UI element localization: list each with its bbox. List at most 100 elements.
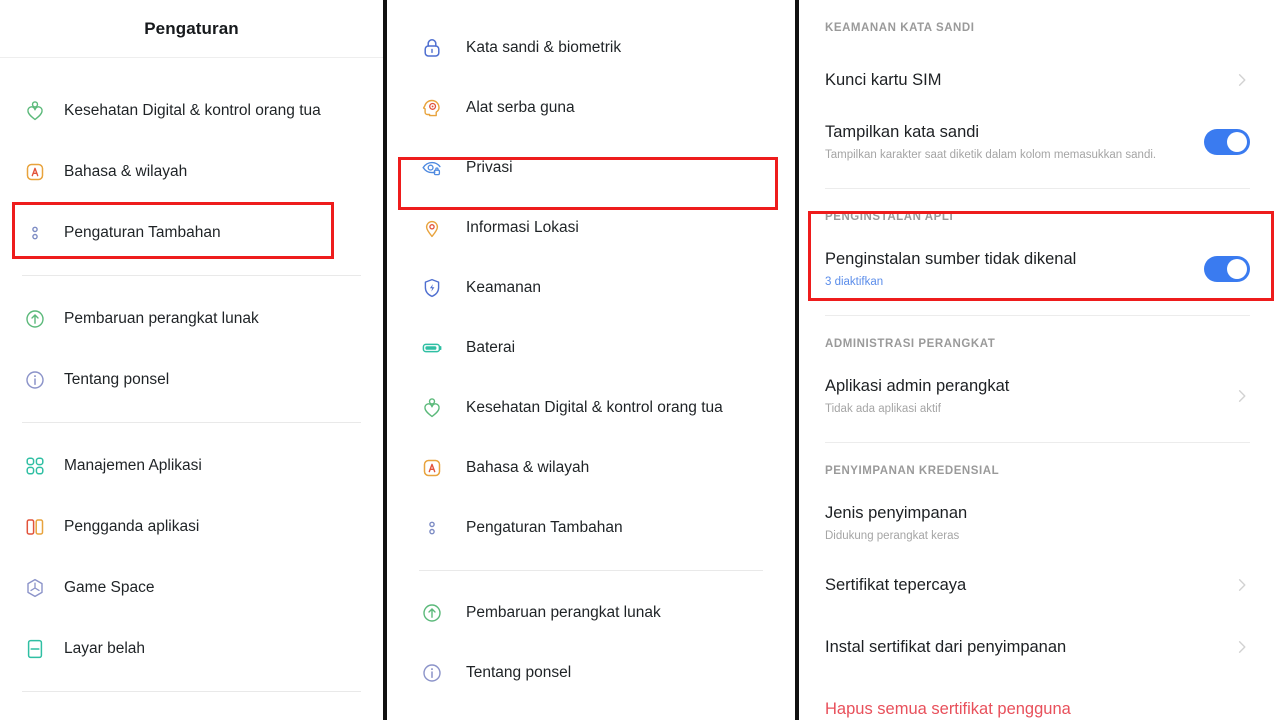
row-penginstalan-sumber-tidak-dikenal[interactable]: Penginstalan sumber tidak dikenal 3 diak… <box>825 239 1250 301</box>
battery-icon <box>415 336 449 360</box>
sidebar-item-label: Kesehatan Digital & kontrol orang tua <box>466 399 723 417</box>
sidebar-item-label: Tentang ponsel <box>466 664 571 682</box>
game-space-icon <box>18 576 52 600</box>
row-texts: Kunci kartu SIM <box>825 70 1222 91</box>
sidebar-item-layar-belah[interactable]: Layar belah <box>0 618 383 679</box>
sidebar-item-label: Pembaruan perangkat lunak <box>466 604 661 622</box>
additional-settings-icon <box>18 221 52 245</box>
row-hapus-semua-sertifikat-pengguna[interactable]: Hapus semua sertifikat pengguna <box>825 679 1250 720</box>
privacy-eye-icon <box>415 156 449 180</box>
app-management-icon <box>18 454 52 478</box>
toggle-penginstalan-sumber-tidak-dikenal[interactable] <box>1204 256 1250 282</box>
row-title: Kunci kartu SIM <box>825 70 1222 91</box>
row-title: Jenis penyimpanan <box>825 503 1250 524</box>
sidebar-item-kesehatan-digital[interactable]: Kesehatan Digital & kontrol orang tua <box>0 80 383 141</box>
sidebar-item-keamanan[interactable]: Keamanan <box>387 258 795 318</box>
sidebar-item-kata-sandi-biometrik[interactable]: Kata sandi & biometrik <box>387 18 795 78</box>
sidebar-item-tentang-ponsel[interactable]: Tentang ponsel <box>387 643 795 703</box>
sidebar-item-label: Kesehatan Digital & kontrol orang tua <box>64 102 321 120</box>
sidebar-item-pengaturan-tambahan[interactable]: Pengaturan Tambahan <box>0 202 383 263</box>
sidebar-item-tentang-ponsel[interactable]: Tentang ponsel <box>0 349 383 410</box>
sidebar-item-pembaruan-perangkat-lunak[interactable]: Pembaruan perangkat lunak <box>0 288 383 349</box>
section-heading-penyimpanan-kredensial: PENYIMPANAN KREDENSIAL <box>825 443 1250 493</box>
additional-settings-icon <box>415 516 449 540</box>
sidebar-item-kesehatan-digital[interactable]: Kesehatan Digital & kontrol orang tua <box>387 378 795 438</box>
lock-icon <box>415 36 449 60</box>
language-a-icon <box>18 160 52 184</box>
row-jenis-penyimpanan[interactable]: Jenis penyimpanan Didukung perangkat ker… <box>825 493 1250 555</box>
additional-settings-panel: Kata sandi & biometrik Alat serba guna <box>387 0 795 720</box>
row-title-danger: Hapus semua sertifikat pengguna <box>825 699 1250 720</box>
settings-list: Kesehatan Digital & kontrol orang tua Ba… <box>0 58 383 692</box>
row-kunci-kartu-sim[interactable]: Kunci kartu SIM <box>825 50 1250 112</box>
sidebar-item-bahasa-wilayah[interactable]: Bahasa & wilayah <box>0 141 383 202</box>
app-cloner-icon <box>18 515 52 539</box>
row-title: Tampilkan kata sandi <box>825 122 1190 143</box>
section-heading-administrasi-perangkat: ADMINISTRASI PERANGKAT <box>825 316 1250 366</box>
privacy-content: KEAMANAN KATA SANDI Kunci kartu SIM Tamp… <box>799 0 1276 720</box>
sidebar-item-label: Pengaturan Tambahan <box>466 519 623 537</box>
row-tampilkan-kata-sandi[interactable]: Tampilkan kata sandi Tampilkan karakter … <box>825 112 1250 174</box>
convenience-tools-icon <box>415 96 449 120</box>
row-title: Aplikasi admin perangkat <box>825 376 1222 397</box>
toggle-tampilkan-kata-sandi[interactable] <box>1204 129 1250 155</box>
split-screen-icon <box>18 637 52 661</box>
sidebar-item-label: Manajemen Aplikasi <box>64 457 202 475</box>
sidebar-item-label: Privasi <box>466 159 513 177</box>
group-divider <box>22 275 361 276</box>
sidebar-item-bahasa-wilayah[interactable]: Bahasa & wilayah <box>387 438 795 498</box>
group-divider <box>22 422 361 423</box>
row-title: Sertifikat tepercaya <box>825 575 1222 596</box>
about-phone-info-icon <box>18 368 52 392</box>
row-subtitle-link[interactable]: 3 diaktifkan <box>825 275 1190 289</box>
privacy-panel: KEAMANAN KATA SANDI Kunci kartu SIM Tamp… <box>799 0 1276 720</box>
settings-header: Pengaturan <box>0 0 383 58</box>
security-shield-icon <box>415 276 449 300</box>
row-texts: Sertifikat tepercaya <box>825 575 1222 596</box>
sidebar-item-privasi[interactable]: Privasi <box>387 138 795 198</box>
toggle-knob <box>1227 259 1247 279</box>
row-subtitle: Tidak ada aplikasi aktif <box>825 402 1222 416</box>
group-divider <box>22 691 361 692</box>
list-top-spacer <box>0 58 383 80</box>
row-aplikasi-admin-perangkat[interactable]: Aplikasi admin perangkat Tidak ada aplik… <box>825 366 1250 428</box>
sidebar-item-pembaruan-perangkat-lunak[interactable]: Pembaruan perangkat lunak <box>387 583 795 643</box>
sidebar-item-label: Layar belah <box>64 640 145 658</box>
sidebar-item-baterai[interactable]: Baterai <box>387 318 795 378</box>
software-update-icon <box>415 601 449 625</box>
sidebar-item-pengganda-aplikasi[interactable]: Pengganda aplikasi <box>0 496 383 557</box>
page-title: Pengaturan <box>144 19 239 39</box>
digital-wellbeing-icon <box>415 396 449 420</box>
three-panel-screenshot: Pengaturan Kesehatan Digital & kontrol o… <box>0 0 1280 720</box>
row-title: Instal sertifikat dari penyimpanan <box>825 637 1222 658</box>
sidebar-item-label: Keamanan <box>466 279 541 297</box>
list-top-spacer <box>387 0 795 18</box>
sidebar-item-label: Alat serba guna <box>466 99 575 117</box>
row-instal-sertifikat-dari-penyimpanan[interactable]: Instal sertifikat dari penyimpanan <box>825 617 1250 679</box>
chevron-right-icon <box>1232 577 1250 593</box>
sidebar-item-label: Bahasa & wilayah <box>64 163 187 181</box>
settings-panel: Pengaturan Kesehatan Digital & kontrol o… <box>0 0 383 720</box>
sidebar-item-alat-serba-guna[interactable]: Alat serba guna <box>387 78 795 138</box>
location-pin-icon <box>415 216 449 240</box>
sidebar-item-manajemen-aplikasi[interactable]: Manajemen Aplikasi <box>0 435 383 496</box>
sidebar-item-pengaturan-tambahan[interactable]: Pengaturan Tambahan <box>387 498 795 558</box>
toggle-knob <box>1227 132 1247 152</box>
row-sertifikat-tepercaya[interactable]: Sertifikat tepercaya <box>825 555 1250 617</box>
digital-wellbeing-icon <box>18 99 52 123</box>
row-subtitle: Didukung perangkat keras <box>825 529 1250 543</box>
sidebar-item-informasi-lokasi[interactable]: Informasi Lokasi <box>387 198 795 258</box>
chevron-right-icon <box>1232 72 1250 88</box>
sidebar-item-label: Pengaturan Tambahan <box>64 224 221 242</box>
row-title: Penginstalan sumber tidak dikenal <box>825 249 1190 270</box>
section-heading-keamanan-kata-sandi: KEAMANAN KATA SANDI <box>825 0 1250 50</box>
sidebar-item-game-space[interactable]: Game Space <box>0 557 383 618</box>
sidebar-item-label: Baterai <box>466 339 515 357</box>
chevron-right-icon <box>1232 639 1250 655</box>
additional-settings-list: Kata sandi & biometrik Alat serba guna <box>387 0 795 703</box>
row-texts: Aplikasi admin perangkat Tidak ada aplik… <box>825 376 1222 417</box>
sidebar-item-label: Tentang ponsel <box>64 371 169 389</box>
software-update-icon <box>18 307 52 331</box>
sidebar-item-label: Game Space <box>64 579 154 597</box>
row-texts: Hapus semua sertifikat pengguna <box>825 699 1250 720</box>
